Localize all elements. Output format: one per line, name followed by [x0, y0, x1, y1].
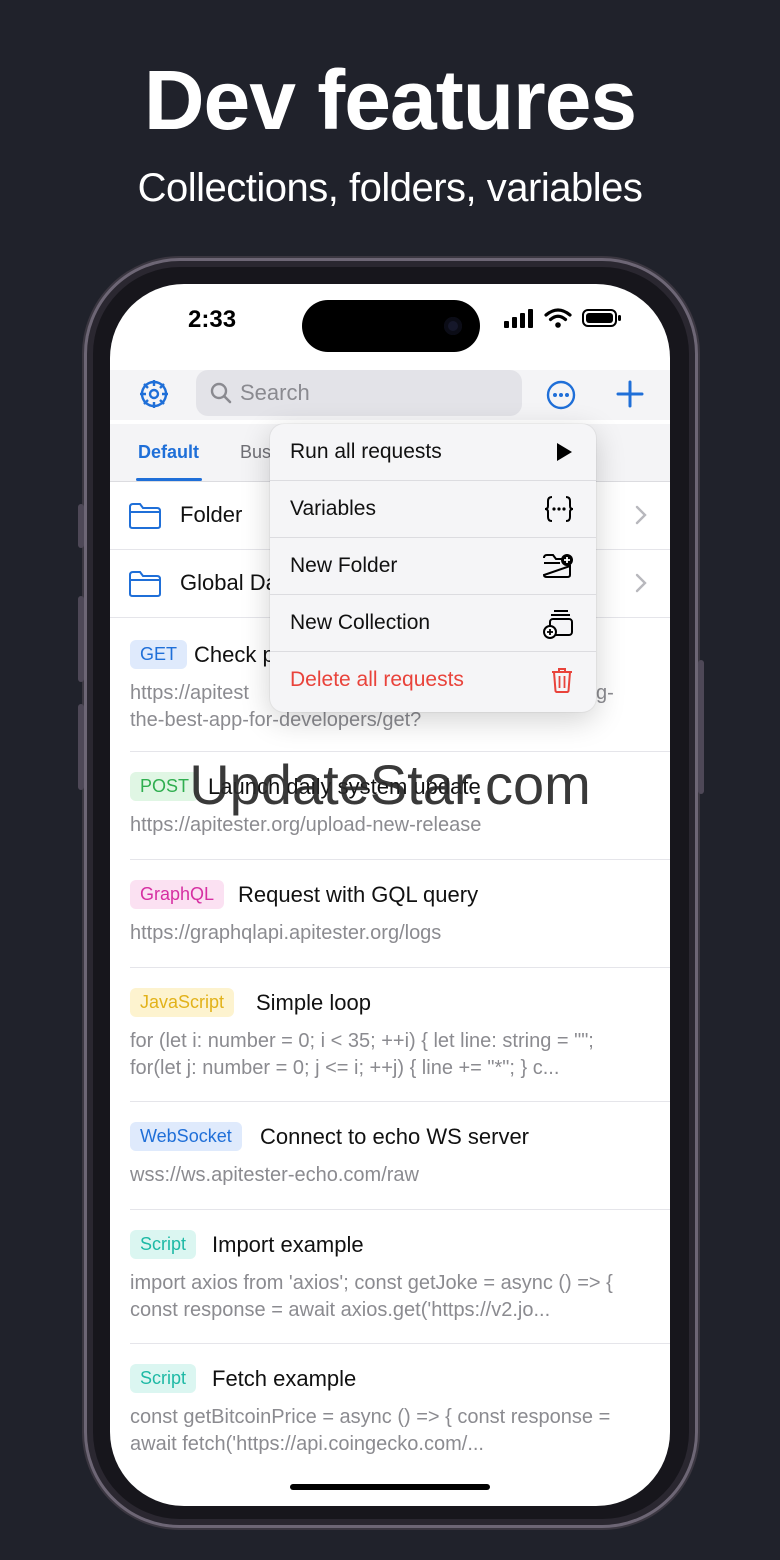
folder-label: Global Da: [180, 570, 278, 595]
menu-item-run-all[interactable]: Run all requests: [270, 424, 596, 481]
tab-bus[interactable]: Bus: [240, 442, 271, 463]
status-time: 2:33: [188, 306, 237, 333]
menu-item-new-folder[interactable]: New Folder: [270, 538, 596, 595]
more-options-icon[interactable]: [546, 380, 576, 410]
request-row[interactable]: POST Launch daily system update https://…: [130, 752, 670, 860]
request-row[interactable]: Script Fetch example const getBitcoinPri…: [130, 1344, 670, 1478]
settings-gear-icon[interactable]: [138, 378, 170, 410]
request-row[interactable]: JavaScript Simple loop for (let i: numbe…: [130, 968, 670, 1102]
request-name: Request with GQL query: [238, 882, 479, 907]
request-row[interactable]: WebSocket Connect to echo WS server wss:…: [130, 1102, 670, 1210]
folder-icon: [129, 571, 161, 597]
menu-item-label: New Folder: [290, 554, 398, 577]
active-tab-indicator: [136, 478, 202, 481]
app-screen: 2:33 Search Default Bus Folder Global Da…: [110, 284, 670, 1506]
more-options-menu: Run all requests Variables New Folder Ne…: [270, 424, 596, 712]
menu-item-new-collection[interactable]: New Collection: [270, 595, 596, 652]
chevron-right-icon: [635, 505, 647, 525]
request-url: https://apitester.org/upload-new-release: [130, 814, 482, 836]
collection-plus-icon: [543, 610, 573, 639]
request-name: Fetch example: [212, 1366, 357, 1391]
camera-icon: [444, 317, 462, 335]
trash-icon: [552, 668, 572, 693]
search-icon: [210, 382, 232, 404]
method-badge: WebSocket: [130, 1122, 242, 1151]
menu-item-variables[interactable]: Variables: [270, 481, 596, 538]
folder-plus-icon: [542, 554, 573, 578]
signal-icon: [504, 309, 533, 328]
add-icon[interactable]: [616, 380, 644, 408]
dynamic-island: [302, 300, 480, 352]
request-url: https://graphqlapi.apitester.org/logs: [130, 922, 442, 944]
request-name: Connect to echo WS server: [260, 1124, 530, 1149]
menu-item-delete-all[interactable]: Delete all requests: [270, 652, 596, 709]
request-name: Check p: [194, 642, 275, 667]
request-name: Simple loop: [256, 990, 371, 1015]
request-preview: for (let i: number = 0; i < 35; ++i) { l…: [130, 1030, 594, 1079]
chevron-right-icon: [635, 573, 647, 593]
method-badge: Script: [130, 1230, 197, 1259]
tab-default[interactable]: Default: [138, 442, 199, 463]
menu-item-label: Run all requests: [290, 440, 442, 463]
menu-item-label: Variables: [290, 497, 376, 520]
folder-icon: [129, 503, 161, 529]
method-badge: POST: [130, 772, 200, 801]
search-placeholder: Search: [240, 380, 310, 405]
menu-item-label: Delete all requests: [290, 668, 464, 691]
wifi-icon: [544, 308, 572, 328]
method-badge: GET: [130, 640, 188, 669]
request-name: Import example: [212, 1232, 364, 1257]
headline: Dev features: [143, 53, 637, 147]
method-badge: Script: [130, 1364, 197, 1393]
request-row[interactable]: Script Import example import axios from …: [130, 1210, 670, 1344]
power-button: [698, 660, 704, 794]
volume-down-button: [78, 704, 84, 790]
method-badge: JavaScript: [130, 988, 235, 1017]
menu-item-label: New Collection: [290, 611, 431, 634]
subheadline: Collections, folders, variables: [137, 166, 643, 210]
request-row[interactable]: GraphQL Request with GQL query https://g…: [130, 860, 670, 968]
folder-label: Folder: [180, 502, 243, 527]
home-indicator: [290, 1484, 490, 1490]
battery-icon: [582, 309, 621, 327]
mute-switch: [78, 504, 84, 548]
braces-icon: [544, 496, 574, 522]
request-name: Launch daily system update: [208, 774, 481, 799]
volume-up-button: [78, 596, 84, 682]
method-badge: GraphQL: [130, 880, 225, 909]
request-preview: import axios from 'axios'; const getJoke…: [130, 1272, 613, 1321]
request-url: wss://ws.apitester-echo.com/raw: [130, 1164, 419, 1186]
request-preview: const getBitcoinPrice = async () => { co…: [130, 1406, 611, 1455]
play-icon: [557, 443, 572, 461]
search-input[interactable]: Search: [196, 370, 522, 416]
